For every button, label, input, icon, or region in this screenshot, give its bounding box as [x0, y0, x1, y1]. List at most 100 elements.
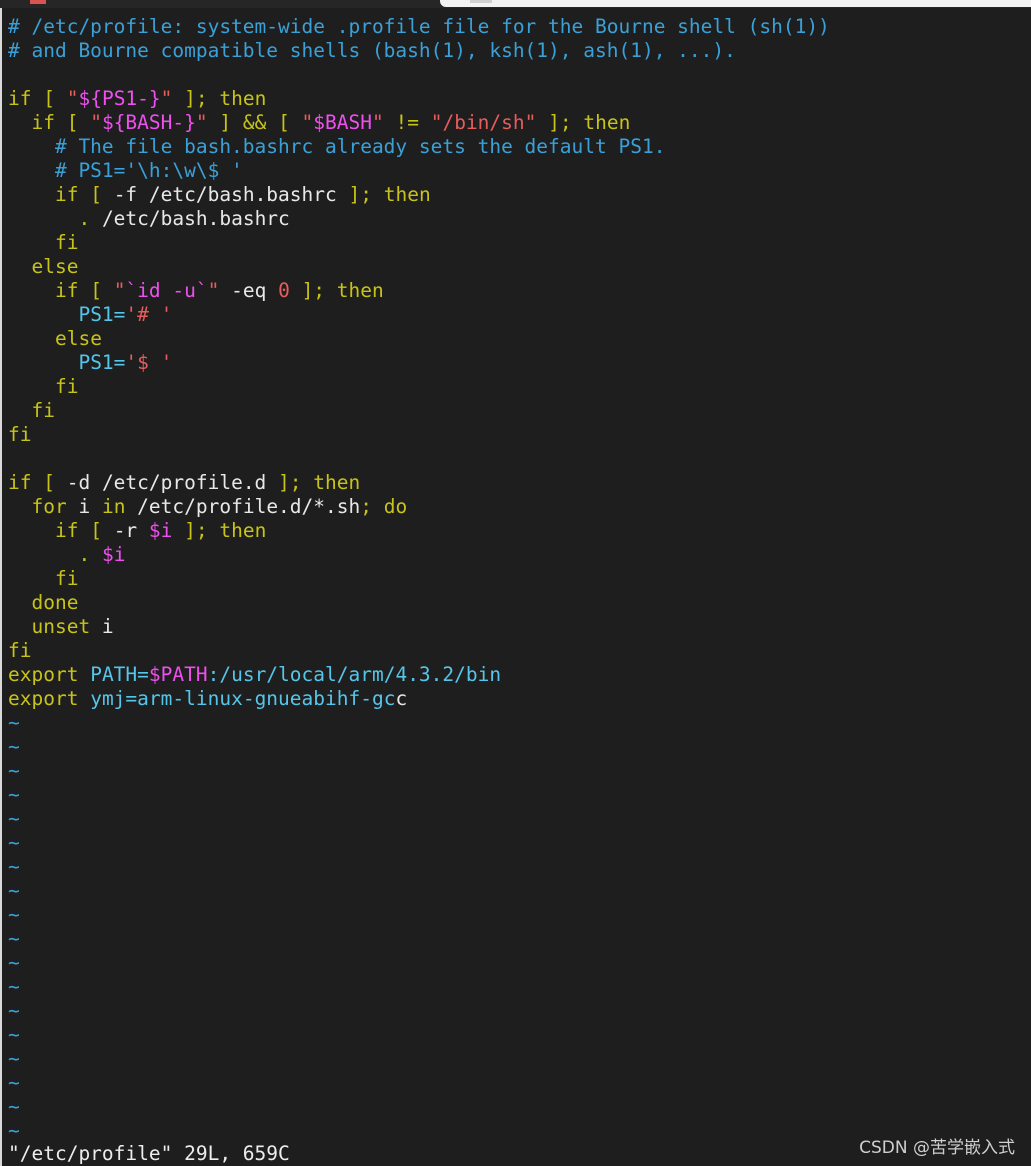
code-line: done [8, 591, 1031, 615]
active-tab[interactable] [440, 0, 1031, 7]
code-token: ~ [8, 1119, 20, 1142]
code-token: . [78, 207, 91, 230]
code-token: ~ [8, 783, 20, 806]
code-token: ymj=arm-linux-gnueabihf-gc [90, 687, 396, 710]
code-token: ~ [8, 879, 20, 902]
code-token: export [8, 687, 79, 710]
code-token: [ [31, 87, 67, 110]
code-token: # and Bourne compatible shells (bash(1),… [8, 39, 736, 62]
code-token: then [219, 519, 267, 542]
empty-buffer-line: ~ [8, 807, 1031, 831]
code-token: :/usr/local/arm/4.3.2/bin [207, 663, 502, 686]
code-token: [ [78, 183, 114, 206]
code-token: " [207, 279, 220, 302]
code-token: # The file bash.bashrc already sets the … [8, 135, 666, 158]
code-token: ~ [8, 1071, 20, 1094]
empty-buffer-line: ~ [8, 1023, 1031, 1047]
code-token: != [383, 111, 431, 134]
code-line: PS1='# ' [8, 303, 1031, 327]
window-left-border [0, 8, 2, 1166]
empty-buffer-line: ~ [8, 975, 1031, 999]
code-token: i [66, 495, 102, 518]
code-token: -d /etc/profile.d [66, 471, 267, 494]
code-token: [ [31, 471, 67, 494]
code-line: export ymj=arm-linux-gnueabihf-gcc [8, 687, 1031, 711]
code-token: ] && [ [207, 111, 302, 134]
code-token: $i [148, 519, 173, 542]
code-token: `id -u` [125, 279, 208, 302]
code-token: ; [360, 495, 384, 518]
code-line: for i in /etc/profile.d/*.sh; do [8, 495, 1031, 519]
code-line: fi [8, 375, 1031, 399]
code-token: else [31, 255, 79, 278]
text-cursor: c [395, 687, 408, 710]
code-token: i [90, 615, 114, 638]
code-token: ]; [536, 111, 584, 134]
code-token: fi [54, 567, 79, 590]
code-token: fi [54, 231, 79, 254]
code-token: if [8, 87, 32, 110]
code-token: ~ [8, 1047, 20, 1070]
code-token: done [31, 591, 79, 614]
code-token: $PATH [148, 663, 208, 686]
code-token: " [66, 87, 79, 110]
code-token: then [336, 279, 384, 302]
empty-buffer-line: ~ [8, 735, 1031, 759]
code-token: -r [113, 519, 149, 542]
code-token: PS1= [78, 303, 126, 326]
code-line: PS1='$ ' [8, 351, 1031, 375]
code-token: [ [78, 519, 114, 542]
code-token: in [101, 495, 126, 518]
code-line: unset i [8, 615, 1031, 639]
code-token: if [54, 519, 79, 542]
code-token: unset [31, 615, 91, 638]
code-line: if [ "${PS1-}" ]; then [8, 87, 1031, 111]
code-token: do [383, 495, 408, 518]
empty-buffer-line: ~ [8, 951, 1031, 975]
code-token: fi [8, 423, 32, 446]
code-token: else [54, 327, 102, 350]
vim-editor-buffer[interactable]: # /etc/profile: system-wide .profile fil… [8, 15, 1031, 1143]
code-token: fi [8, 639, 32, 662]
code-token: . [78, 543, 91, 566]
code-token: " [113, 279, 126, 302]
code-token: ~ [8, 1095, 20, 1118]
code-token: ~ [8, 903, 20, 926]
code-token: ]; [336, 183, 384, 206]
code-token: $BASH [313, 111, 372, 134]
code-line: fi [8, 399, 1031, 423]
code-token: " [301, 111, 314, 134]
code-line: . $i [8, 543, 1031, 567]
code-token: then [313, 471, 361, 494]
code-token: PATH= [90, 663, 149, 686]
code-token: $i [101, 543, 126, 566]
vim-status-line: "/etc/profile" 29L, 659C [8, 1142, 290, 1165]
code-token: '$ ' [125, 351, 173, 374]
code-token: -eq [219, 279, 279, 302]
empty-buffer-line: ~ [8, 1071, 1031, 1095]
code-token: "/bin/sh" [430, 111, 537, 134]
code-token: ${BASH-} [101, 111, 196, 134]
code-line: # and Bourne compatible shells (bash(1),… [8, 39, 1031, 63]
code-token: " [372, 111, 384, 134]
code-token: ]; [266, 471, 314, 494]
tab-chip [470, 0, 492, 3]
code-line: else [8, 327, 1031, 351]
code-token: ]; [172, 519, 220, 542]
code-token: ~ [8, 735, 20, 758]
empty-buffer-line: ~ [8, 1047, 1031, 1071]
code-line: fi [8, 423, 1031, 447]
window-top-bar [0, 0, 1031, 8]
code-token: ~ [8, 975, 20, 998]
